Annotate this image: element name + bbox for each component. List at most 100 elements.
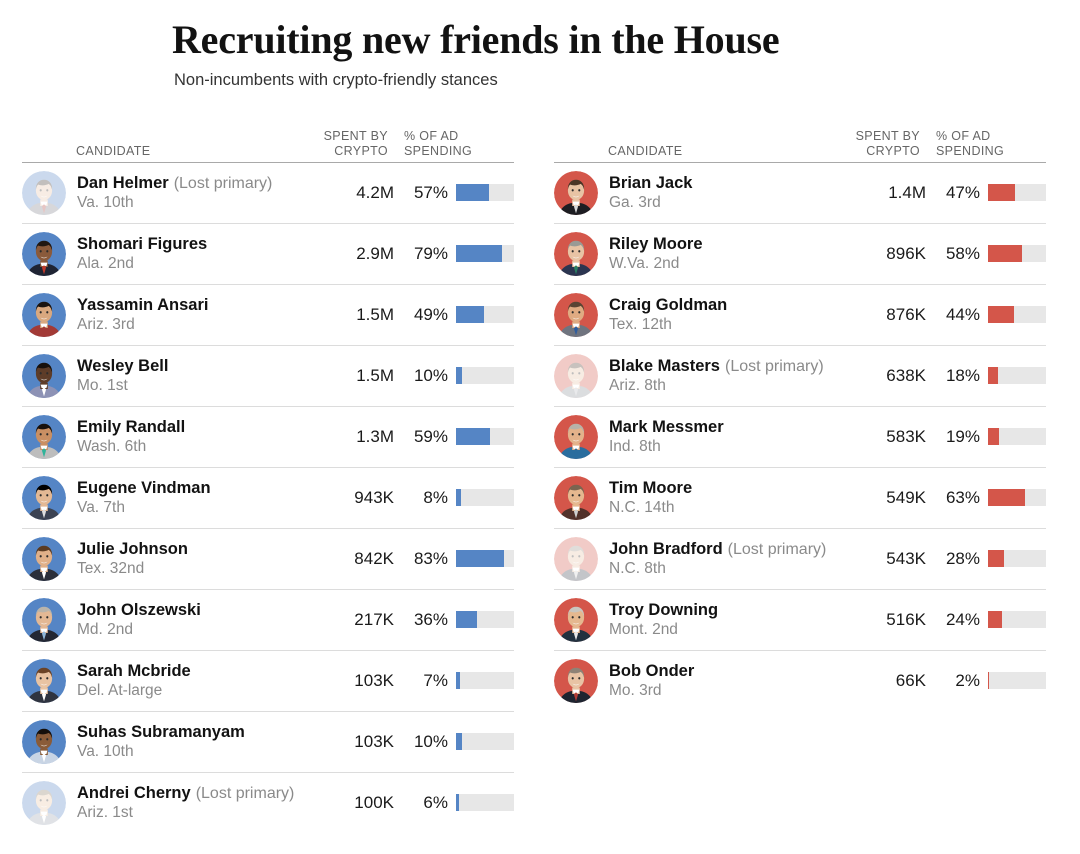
table-row[interactable]: Tim Moore N.C. 14th 549K 63% [554,468,1046,529]
pct-value-label: 10% [410,732,448,752]
avatar [22,293,66,337]
candidate-name-line: Mark Messmer [609,417,724,438]
candidate-district: Va. 10th [77,743,245,762]
pct-value-label: 58% [942,244,980,264]
table-row[interactable]: Wesley Bell Mo. 1st 1.5M 10% [22,346,514,407]
column-header-pct-of-ad-spending: % OF AD SPENDING [920,129,1046,159]
pct-bar-fill [456,550,504,567]
table-row[interactable]: Andrei Cherny(Lost primary) Ariz. 1st 10… [22,773,514,833]
candidate-names: Sarah Mcbride Del. At-large [77,661,191,701]
pct-value-label: 10% [410,366,448,386]
candidate-name-line: Eugene Vindman [77,478,211,499]
pct-of-ad-spending-cell: 10% [394,366,514,386]
table-row[interactable]: Eugene Vindman Va. 7th 943K 8% [22,468,514,529]
table-row[interactable]: Blake Masters(Lost primary) Ariz. 8th 63… [554,346,1046,407]
column-header-pct-line1: % OF AD [936,129,1046,144]
candidate-name: Craig Goldman [609,296,727,314]
table-row[interactable]: Riley Moore W.Va. 2nd 896K 58% [554,224,1046,285]
pct-of-ad-spending-cell: 58% [926,244,1046,264]
avatar [554,598,598,642]
candidate-name-line: Dan Helmer (Lost primary) [77,173,272,194]
column-header-spent-by-crypto: SPENT BY CRYPTO [312,129,388,159]
column-header-spent-line1: SPENT BY [844,129,920,144]
candidate-cell: Shomari Figures Ala. 2nd [22,232,318,276]
candidate-cell: Troy Downing Mont. 2nd [554,598,850,642]
candidate-status-note: (Lost primary) [728,541,827,558]
pct-value-label: 2% [942,671,980,691]
pct-bar-fill [456,367,462,384]
pct-bar-track [988,672,1046,689]
pct-bar-fill [988,184,1015,201]
pct-value-label: 79% [410,244,448,264]
tables-container: CANDIDATE SPENT BY CRYPTO % OF AD SPENDI… [0,117,1080,833]
pct-of-ad-spending-cell: 47% [926,183,1046,203]
candidate-names: Andrei Cherny(Lost primary) Ariz. 1st [77,783,294,823]
avatar [22,354,66,398]
left-table-header: CANDIDATE SPENT BY CRYPTO % OF AD SPENDI… [22,117,514,162]
candidate-district: Mo. 3rd [609,682,694,701]
candidate-name: Riley Moore [609,235,703,253]
spent-by-crypto-value: 100K [318,793,394,813]
pct-value-label: 19% [942,427,980,447]
table-row[interactable]: Shomari Figures Ala. 2nd 2.9M 79% [22,224,514,285]
pct-bar-fill [988,489,1025,506]
table-row[interactable]: Emily Randall Wash. 6th 1.3M 59% [22,407,514,468]
avatar [554,415,598,459]
candidate-district: N.C. 14th [609,499,692,518]
table-row[interactable]: John Olszewski Md. 2nd 217K 36% [22,590,514,651]
candidate-name: Sarah Mcbride [77,662,191,680]
pct-bar-track [988,306,1046,323]
table-row[interactable]: Julie Johnson Tex. 32nd 842K 83% [22,529,514,590]
pct-bar-track [988,611,1046,628]
candidate-name: Eugene Vindman [77,479,211,497]
column-header-pct-line2: SPENDING [404,144,514,159]
column-header-pct-of-ad-spending: % OF AD SPENDING [388,129,514,159]
table-row[interactable]: Suhas Subramanyam Va. 10th 103K 10% [22,712,514,773]
candidate-name-line: Blake Masters(Lost primary) [609,356,824,377]
avatar [554,354,598,398]
pct-value-label: 6% [410,793,448,813]
candidate-cell: Julie Johnson Tex. 32nd [22,537,318,581]
candidate-name: Dan Helmer [77,174,169,192]
candidate-cell: Emily Randall Wash. 6th [22,415,318,459]
spent-by-crypto-value: 896K [850,244,926,264]
spent-by-crypto-value: 638K [850,366,926,386]
pct-bar-track [988,367,1046,384]
table-row[interactable]: Brian Jack Ga. 3rd 1.4M 47% [554,163,1046,224]
pct-bar-fill [456,306,484,323]
pct-value-label: 49% [410,305,448,325]
candidate-district: Md. 2nd [77,621,201,640]
pct-bar-track [988,489,1046,506]
pct-bar-track [988,245,1046,262]
spent-by-crypto-value: 516K [850,610,926,630]
table-row[interactable]: John Bradford(Lost primary) N.C. 8th 543… [554,529,1046,590]
pct-of-ad-spending-cell: 18% [926,366,1046,386]
table-row[interactable]: Yassamin Ansari Ariz. 3rd 1.5M 49% [22,285,514,346]
candidate-name: John Bradford [609,540,723,558]
pct-value-label: 28% [942,549,980,569]
avatar [22,415,66,459]
candidate-status-note: (Lost primary) [174,175,273,192]
column-header-candidate: CANDIDATE [22,144,312,159]
table-row[interactable]: Craig Goldman Tex. 12th 876K 44% [554,285,1046,346]
table-row[interactable]: Bob Onder Mo. 3rd 66K 2% [554,651,1046,711]
candidate-cell: Sarah Mcbride Del. At-large [22,659,318,703]
right-table-header: CANDIDATE SPENT BY CRYPTO % OF AD SPENDI… [554,117,1046,162]
table-row[interactable]: Mark Messmer Ind. 8th 583K 19% [554,407,1046,468]
column-header-spent-line1: SPENT BY [312,129,388,144]
table-row[interactable]: Sarah Mcbride Del. At-large 103K 7% [22,651,514,712]
table-row[interactable]: Troy Downing Mont. 2nd 516K 24% [554,590,1046,651]
candidate-cell: Brian Jack Ga. 3rd [554,171,850,215]
candidate-names: Emily Randall Wash. 6th [77,417,185,457]
candidate-names: Suhas Subramanyam Va. 10th [77,722,245,762]
candidate-name: Mark Messmer [609,418,724,436]
pct-value-label: 44% [942,305,980,325]
candidate-name: Andrei Cherny [77,784,191,802]
candidate-cell: John Bradford(Lost primary) N.C. 8th [554,537,850,581]
column-header-spent-by-crypto: SPENT BY CRYPTO [844,129,920,159]
column-header-pct-line1: % OF AD [404,129,514,144]
candidate-names: Brian Jack Ga. 3rd [609,173,692,213]
candidate-names: Blake Masters(Lost primary) Ariz. 8th [609,356,824,396]
table-row[interactable]: Dan Helmer(Lost primary) Va. 10th 4.2M 5… [22,163,514,224]
pct-of-ad-spending-cell: 57% [394,183,514,203]
